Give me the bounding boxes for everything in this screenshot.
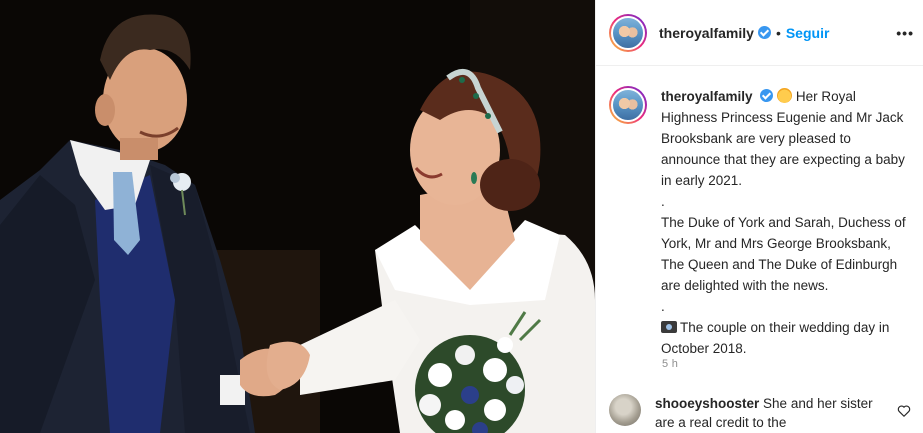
post-caption: theroyalfamily Her Royal Highness Prince… <box>609 86 914 359</box>
caption-username[interactable]: theroyalfamily <box>661 89 753 104</box>
caption-line-2: The Duke of York and Sarah, Duchess of Y… <box>661 215 906 293</box>
verified-badge-icon <box>760 89 774 102</box>
separator-dot: • <box>775 24 781 41</box>
follow-button[interactable]: Seguir <box>786 25 830 41</box>
more-options-icon[interactable]: ••• <box>896 25 914 41</box>
account-username[interactable]: theroyalfamily <box>659 25 754 41</box>
post-photo[interactable] <box>0 0 595 433</box>
wedding-photo-illustration <box>0 0 595 433</box>
heart-icon[interactable] <box>897 404 911 418</box>
comment-text: shooeyshooster She and her sister are a … <box>655 394 877 432</box>
caption-dot-1: . <box>661 194 665 209</box>
camera-emoji-icon <box>661 321 677 333</box>
verified-badge-icon <box>757 26 771 39</box>
caption-dot-2: . <box>661 299 665 314</box>
caption-line-3: The couple on their wedding day in Octob… <box>661 320 890 356</box>
baby-emoji-icon <box>777 88 793 103</box>
post-sidebar: theroyalfamily • Seguir ••• theroyalfami… <box>595 0 923 433</box>
comment-item: shooeyshooster She and her sister are a … <box>609 394 914 432</box>
commenter-username[interactable]: shooeyshooster <box>655 396 759 411</box>
commenter-avatar[interactable] <box>609 394 641 426</box>
post-timestamp[interactable]: 5 h <box>662 358 678 370</box>
caption-line-3-wrap: The couple on their wedding day in Octob… <box>661 317 911 359</box>
account-avatar[interactable] <box>609 13 647 52</box>
post-header: theroyalfamily • Seguir ••• <box>596 0 923 66</box>
caption-text: theroyalfamily Her Royal Highness Prince… <box>661 86 911 359</box>
caption-avatar[interactable] <box>609 86 647 124</box>
